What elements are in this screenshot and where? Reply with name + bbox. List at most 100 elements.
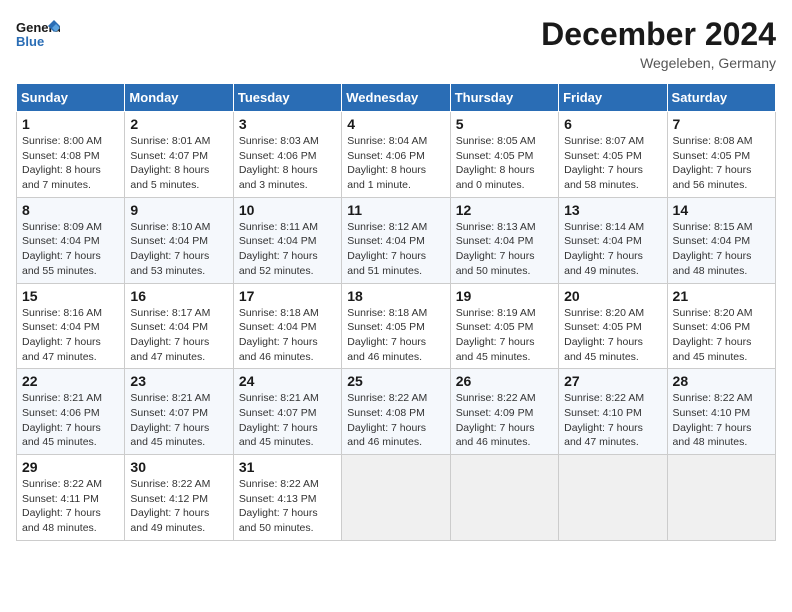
calendar-cell: 18 Sunrise: 8:18 AM Sunset: 4:05 PM Dayli…: [342, 283, 450, 369]
day-info: Sunrise: 8:20 AM Sunset: 4:05 PM Dayligh…: [564, 306, 661, 365]
day-number: 19: [456, 288, 553, 304]
day-number: 4: [347, 116, 444, 132]
day-number: 28: [673, 373, 770, 389]
calendar-cell: 29 Sunrise: 8:22 AM Sunset: 4:11 PM Dayli…: [17, 455, 125, 541]
calendar-cell: 13 Sunrise: 8:14 AM Sunset: 4:04 PM Dayli…: [559, 197, 667, 283]
weekday-header-saturday: Saturday: [667, 84, 775, 112]
day-info: Sunrise: 8:21 AM Sunset: 4:07 PM Dayligh…: [130, 391, 227, 450]
day-info: Sunrise: 8:08 AM Sunset: 4:05 PM Dayligh…: [673, 134, 770, 193]
day-number: 7: [673, 116, 770, 132]
day-info: Sunrise: 8:15 AM Sunset: 4:04 PM Dayligh…: [673, 220, 770, 279]
calendar-week-3: 15Sunrise: 8:16 AM Sunset: 4:04 PM Dayli…: [17, 283, 776, 369]
day-number: 14: [673, 202, 770, 218]
day-number: 1: [22, 116, 119, 132]
day-info: Sunrise: 8:11 AM Sunset: 4:04 PM Dayligh…: [239, 220, 336, 279]
calendar-cell: 15Sunrise: 8:16 AM Sunset: 4:04 PM Dayli…: [17, 283, 125, 369]
calendar-cell: 26 Sunrise: 8:22 AM Sunset: 4:09 PM Dayli…: [450, 369, 558, 455]
day-number: 24: [239, 373, 336, 389]
day-number: 25: [347, 373, 444, 389]
day-info: Sunrise: 8:22 AM Sunset: 4:10 PM Dayligh…: [564, 391, 661, 450]
calendar-cell: 7 Sunrise: 8:08 AM Sunset: 4:05 PM Daylig…: [667, 112, 775, 198]
day-info: Sunrise: 8:22 AM Sunset: 4:08 PM Dayligh…: [347, 391, 444, 450]
day-number: 18: [347, 288, 444, 304]
day-number: 8: [22, 202, 119, 218]
calendar-cell: 9 Sunrise: 8:10 AM Sunset: 4:04 PM Daylig…: [125, 197, 233, 283]
page-header: General Blue December 2024 Wegeleben, Ge…: [16, 16, 776, 71]
calendar-cell: 8 Sunrise: 8:09 AM Sunset: 4:04 PM Daylig…: [17, 197, 125, 283]
day-number: 23: [130, 373, 227, 389]
calendar-cell: 30 Sunrise: 8:22 AM Sunset: 4:12 PM Dayli…: [125, 455, 233, 541]
calendar-cell: 22 Sunrise: 8:21 AM Sunset: 4:06 PM Dayli…: [17, 369, 125, 455]
day-info: Sunrise: 8:22 AM Sunset: 4:09 PM Dayligh…: [456, 391, 553, 450]
day-number: 22: [22, 373, 119, 389]
day-number: 11: [347, 202, 444, 218]
location-subtitle: Wegeleben, Germany: [541, 55, 776, 71]
day-info: Sunrise: 8:01 AM Sunset: 4:07 PM Dayligh…: [130, 134, 227, 193]
weekday-header-wednesday: Wednesday: [342, 84, 450, 112]
calendar-cell: 17 Sunrise: 8:18 AM Sunset: 4:04 PM Dayli…: [233, 283, 341, 369]
calendar-cell: 31Sunrise: 8:22 AM Sunset: 4:13 PM Dayli…: [233, 455, 341, 541]
day-info: Sunrise: 8:21 AM Sunset: 4:06 PM Dayligh…: [22, 391, 119, 450]
calendar-cell: 12 Sunrise: 8:13 AM Sunset: 4:04 PM Dayli…: [450, 197, 558, 283]
calendar-week-2: 8 Sunrise: 8:09 AM Sunset: 4:04 PM Daylig…: [17, 197, 776, 283]
weekday-header-friday: Friday: [559, 84, 667, 112]
title-block: December 2024 Wegeleben, Germany: [541, 16, 776, 71]
calendar-cell: 27Sunrise: 8:22 AM Sunset: 4:10 PM Dayli…: [559, 369, 667, 455]
calendar-cell: [667, 455, 775, 541]
calendar-week-5: 29 Sunrise: 8:22 AM Sunset: 4:11 PM Dayli…: [17, 455, 776, 541]
day-info: Sunrise: 8:18 AM Sunset: 4:05 PM Dayligh…: [347, 306, 444, 365]
day-number: 12: [456, 202, 553, 218]
day-info: Sunrise: 8:07 AM Sunset: 4:05 PM Dayligh…: [564, 134, 661, 193]
day-number: 30: [130, 459, 227, 475]
calendar-cell: 5Sunrise: 8:05 AM Sunset: 4:05 PM Daylig…: [450, 112, 558, 198]
calendar-cell: 21 Sunrise: 8:20 AM Sunset: 4:06 PM Dayli…: [667, 283, 775, 369]
weekday-header-sunday: Sunday: [17, 84, 125, 112]
day-info: Sunrise: 8:22 AM Sunset: 4:11 PM Dayligh…: [22, 477, 119, 536]
day-number: 21: [673, 288, 770, 304]
day-number: 26: [456, 373, 553, 389]
day-info: Sunrise: 8:00 AM Sunset: 4:08 PM Dayligh…: [22, 134, 119, 193]
calendar-cell: 10Sunrise: 8:11 AM Sunset: 4:04 PM Dayli…: [233, 197, 341, 283]
month-title: December 2024: [541, 16, 776, 53]
day-info: Sunrise: 8:22 AM Sunset: 4:12 PM Dayligh…: [130, 477, 227, 536]
day-info: Sunrise: 8:20 AM Sunset: 4:06 PM Dayligh…: [673, 306, 770, 365]
day-info: Sunrise: 8:16 AM Sunset: 4:04 PM Dayligh…: [22, 306, 119, 365]
calendar-cell: [450, 455, 558, 541]
weekday-header-row: SundayMondayTuesdayWednesdayThursdayFrid…: [17, 84, 776, 112]
day-number: 3: [239, 116, 336, 132]
logo: General Blue: [16, 16, 60, 52]
calendar-cell: 25 Sunrise: 8:22 AM Sunset: 4:08 PM Dayli…: [342, 369, 450, 455]
day-info: Sunrise: 8:21 AM Sunset: 4:07 PM Dayligh…: [239, 391, 336, 450]
day-info: Sunrise: 8:14 AM Sunset: 4:04 PM Dayligh…: [564, 220, 661, 279]
calendar-cell: [342, 455, 450, 541]
weekday-header-tuesday: Tuesday: [233, 84, 341, 112]
day-number: 29: [22, 459, 119, 475]
calendar-cell: 20 Sunrise: 8:20 AM Sunset: 4:05 PM Dayli…: [559, 283, 667, 369]
day-info: Sunrise: 8:18 AM Sunset: 4:04 PM Dayligh…: [239, 306, 336, 365]
day-info: Sunrise: 8:09 AM Sunset: 4:04 PM Dayligh…: [22, 220, 119, 279]
calendar-cell: 6 Sunrise: 8:07 AM Sunset: 4:05 PM Daylig…: [559, 112, 667, 198]
day-number: 6: [564, 116, 661, 132]
day-info: Sunrise: 8:22 AM Sunset: 4:13 PM Dayligh…: [239, 477, 336, 536]
day-info: Sunrise: 8:22 AM Sunset: 4:10 PM Dayligh…: [673, 391, 770, 450]
day-info: Sunrise: 8:03 AM Sunset: 4:06 PM Dayligh…: [239, 134, 336, 193]
day-number: 20: [564, 288, 661, 304]
day-info: Sunrise: 8:13 AM Sunset: 4:04 PM Dayligh…: [456, 220, 553, 279]
calendar-cell: 2 Sunrise: 8:01 AM Sunset: 4:07 PM Daylig…: [125, 112, 233, 198]
calendar-cell: 23 Sunrise: 8:21 AM Sunset: 4:07 PM Dayli…: [125, 369, 233, 455]
calendar-cell: 1 Sunrise: 8:00 AM Sunset: 4:08 PM Daylig…: [17, 112, 125, 198]
day-number: 2: [130, 116, 227, 132]
day-info: Sunrise: 8:10 AM Sunset: 4:04 PM Dayligh…: [130, 220, 227, 279]
day-info: Sunrise: 8:17 AM Sunset: 4:04 PM Dayligh…: [130, 306, 227, 365]
day-info: Sunrise: 8:05 AM Sunset: 4:05 PM Dayligh…: [456, 134, 553, 193]
calendar-week-4: 22 Sunrise: 8:21 AM Sunset: 4:06 PM Dayli…: [17, 369, 776, 455]
calendar-cell: 28 Sunrise: 8:22 AM Sunset: 4:10 PM Dayli…: [667, 369, 775, 455]
day-number: 13: [564, 202, 661, 218]
day-number: 9: [130, 202, 227, 218]
calendar-cell: 19 Sunrise: 8:19 AM Sunset: 4:05 PM Dayli…: [450, 283, 558, 369]
calendar-cell: 4Sunrise: 8:04 AM Sunset: 4:06 PM Daylig…: [342, 112, 450, 198]
calendar-cell: 24 Sunrise: 8:21 AM Sunset: 4:07 PM Dayli…: [233, 369, 341, 455]
calendar-table: SundayMondayTuesdayWednesdayThursdayFrid…: [16, 83, 776, 541]
day-info: Sunrise: 8:19 AM Sunset: 4:05 PM Dayligh…: [456, 306, 553, 365]
day-number: 17: [239, 288, 336, 304]
